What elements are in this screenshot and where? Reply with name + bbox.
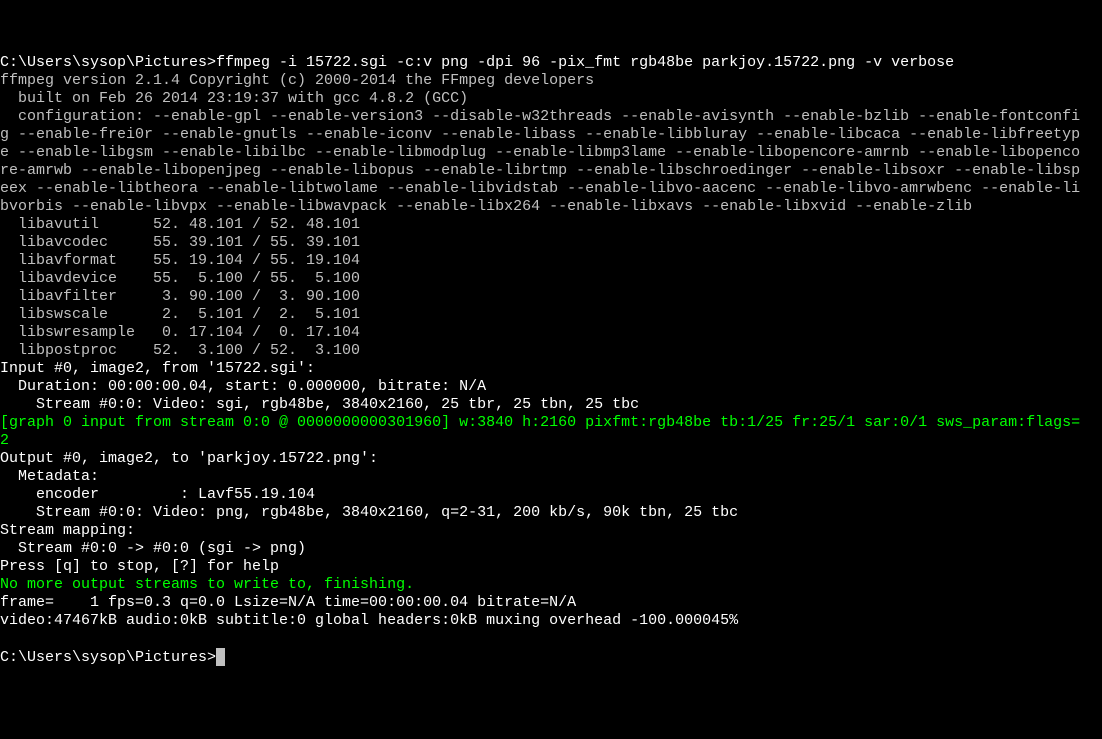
lib-line: libavcodec 55. 39.101 / 55. 39.101 — [0, 234, 360, 251]
graph-line: [graph 0 input from stream 0:0 @ 0000000… — [0, 414, 1080, 449]
terminal-output[interactable]: C:\Users\sysop\Pictures>ffmpeg -i 15722.… — [0, 54, 1102, 667]
output-stream: Stream #0:0: Video: png, rgb48be, 3840x2… — [0, 504, 738, 521]
input-duration: Duration: 00:00:00.04, start: 0.000000, … — [0, 378, 486, 395]
input-header: Input #0, image2, from '15722.sgi': — [0, 360, 315, 377]
frame-line: frame= 1 fps=0.3 q=0.0 Lsize=N/A time=00… — [0, 594, 576, 611]
stream-map-line: Stream #0:0 -> #0:0 (sgi -> png) — [0, 540, 306, 557]
built-line: built on Feb 26 2014 23:19:37 with gcc 4… — [0, 90, 468, 107]
cursor — [216, 648, 225, 666]
finishing-line: No more output streams to write to, fini… — [0, 576, 414, 593]
lib-line: libpostproc 52. 3.100 / 52. 3.100 — [0, 342, 360, 359]
config-line: configuration: --enable-gpl --enable-ver… — [0, 108, 1080, 215]
input-stream: Stream #0:0: Video: sgi, rgb48be, 3840x2… — [0, 396, 639, 413]
prompt: C:\Users\sysop\Pictures> — [0, 649, 216, 666]
stream-mapping: Stream mapping: — [0, 522, 135, 539]
lib-line: libavdevice 55. 5.100 / 55. 5.100 — [0, 270, 360, 287]
lib-line: libavutil 52. 48.101 / 52. 48.101 — [0, 216, 360, 233]
lib-line: libavfilter 3. 90.100 / 3. 90.100 — [0, 288, 360, 305]
ffmpeg-banner: ffmpeg version 2.1.4 Copyright (c) 2000-… — [0, 72, 594, 89]
press-help: Press [q] to stop, [?] for help — [0, 558, 279, 575]
lib-line: libavformat 55. 19.104 / 55. 19.104 — [0, 252, 360, 269]
metadata-label: Metadata: — [0, 468, 99, 485]
command-text: C:\Users\sysop\Pictures>ffmpeg -i 15722.… — [0, 54, 954, 71]
lib-line: libswscale 2. 5.101 / 2. 5.101 — [0, 306, 360, 323]
lib-line: libswresample 0. 17.104 / 0. 17.104 — [0, 324, 360, 341]
output-header: Output #0, image2, to 'parkjoy.15722.png… — [0, 450, 378, 467]
encoder-line: encoder : Lavf55.19.104 — [0, 486, 315, 503]
video-summary: video:47467kB audio:0kB subtitle:0 globa… — [0, 612, 738, 629]
